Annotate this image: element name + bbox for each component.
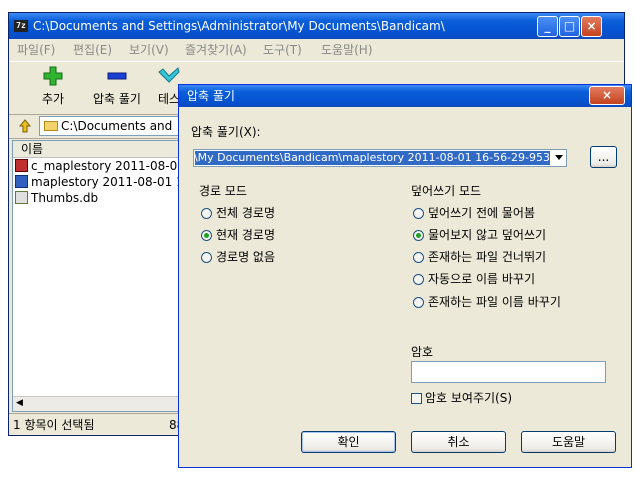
main-window-title: C:\Documents and Settings\Administrator\…	[33, 19, 445, 33]
extract-path-combo[interactable]: C:\Documents and Settings\Administrator\…	[193, 149, 567, 167]
help-button[interactable]: 도움말	[521, 431, 616, 453]
radio-label: 현재 경로명	[216, 228, 276, 242]
radio-label: 존재하는 파일 이름 바꾸기	[428, 295, 561, 309]
extract-button-label: 압축 풀기	[93, 92, 141, 106]
cancel-button[interactable]: 취소	[411, 431, 506, 453]
overwrite-autorename-radio[interactable]: 자동으로 이름 바꾸기	[413, 271, 535, 287]
minimize-button[interactable]: _	[537, 16, 558, 37]
overwrite-skip-radio[interactable]: 존재하는 파일 건너뛰기	[413, 249, 546, 265]
radio-dot	[413, 274, 424, 285]
list-item[interactable]: Thumbs.db	[15, 190, 98, 206]
radio-label: 물어보지 않고 덮어쓰기	[428, 228, 547, 242]
avi-file-icon	[15, 175, 28, 188]
add-button[interactable]: 추가	[29, 66, 77, 107]
menu-help[interactable]: 도움말(H)	[321, 40, 373, 60]
main-title-bar[interactable]: 7z C:\Documents and Settings\Administrat…	[9, 13, 624, 39]
horizontal-scrollbar[interactable]: ◀	[13, 396, 183, 411]
show-password-checkbox[interactable]: 암호 보여주기(S)	[411, 391, 512, 405]
path-mode-none-radio[interactable]: 경로명 없음	[201, 249, 275, 265]
radio-label: 덮어쓰기 전에 물어봄	[428, 206, 535, 220]
file-name: maplestory 2011-08-01 16	[31, 175, 184, 189]
path-mode-full-radio[interactable]: 전체 경로명	[201, 205, 275, 221]
extract-button[interactable]: 압축 풀기	[87, 66, 147, 107]
dialog-title: 압축 풀기	[187, 89, 235, 103]
folder-icon	[44, 121, 58, 131]
extract-path-label: 압축 풀기(X):	[191, 125, 261, 139]
menu-edit[interactable]: 편집(E)	[73, 40, 112, 60]
password-label: 암호	[411, 345, 434, 359]
list-item[interactable]: c_maplestory 2011-08-01	[15, 158, 184, 174]
file-name: Thumbs.db	[31, 191, 99, 205]
menu-bar: 파일(F) 편집(E) 보기(V) 즐겨찾기(A) 도구(T) 도움말(H)	[9, 40, 624, 60]
radio-dot	[413, 297, 424, 308]
radio-label: 자동으로 이름 바꾸기	[428, 272, 535, 286]
radio-dot-selected	[413, 230, 424, 241]
main-close-button[interactable]: ×	[581, 16, 602, 37]
radio-dot	[201, 208, 212, 219]
extract-dialog: 압축 풀기 × 압축 풀기(X): C:\Documents and Setti…	[178, 84, 632, 468]
ok-button[interactable]: 확인	[301, 431, 396, 453]
test-button-label: 테스	[157, 92, 181, 106]
radio-label: 경로명 없음	[216, 250, 276, 264]
plus-icon	[42, 66, 64, 86]
radio-dot	[413, 252, 424, 263]
radio-label: 존재하는 파일 건너뛰기	[428, 250, 547, 264]
minus-icon	[106, 66, 128, 86]
path-mode-label: 경로 모드	[199, 184, 247, 198]
radio-dot	[413, 208, 424, 219]
overwrite-ask-radio[interactable]: 덮어쓰기 전에 물어봄	[413, 205, 535, 221]
chevron-down-icon[interactable]	[555, 155, 563, 160]
menu-favorites[interactable]: 즐겨찾기(A)	[185, 40, 247, 60]
extract-path-value[interactable]: C:\Documents and Settings\Administrator\…	[195, 151, 550, 165]
overwrite-rename-existing-radio[interactable]: 존재하는 파일 이름 바꾸기	[413, 294, 561, 310]
browse-button[interactable]: ...	[590, 146, 617, 168]
status-selection: 1 항목이 선택됨	[13, 418, 95, 432]
up-folder-icon[interactable]	[17, 118, 33, 137]
menu-file[interactable]: 파일(F)	[17, 40, 55, 60]
db-file-icon	[15, 191, 28, 204]
address-text: C:\Documents and	[61, 119, 173, 133]
path-mode-current-radio[interactable]: 현재 경로명	[201, 227, 275, 243]
maximize-button[interactable]: □	[559, 16, 580, 37]
radio-dot	[201, 252, 212, 263]
radio-label: 전체 경로명	[216, 206, 276, 220]
file-list[interactable]: 이름 c_maplestory 2011-08-01 maplestory 20…	[12, 140, 184, 412]
overwrite-noask-radio[interactable]: 물어보지 않고 덮어쓰기	[413, 227, 546, 243]
scroll-left-icon[interactable]: ◀	[16, 398, 23, 408]
list-item[interactable]: maplestory 2011-08-01 16	[15, 174, 184, 190]
add-button-label: 추가	[41, 92, 65, 106]
swf-file-icon	[15, 159, 28, 172]
dialog-close-button[interactable]: ×	[589, 86, 625, 105]
overwrite-mode-label: 덮어쓰기 모드	[411, 184, 482, 198]
menu-view[interactable]: 보기(V)	[129, 40, 169, 60]
7zip-app-icon: 7z	[14, 20, 28, 32]
address-field[interactable]: C:\Documents and	[39, 116, 191, 136]
column-header-name[interactable]: 이름	[13, 141, 183, 158]
dialog-title-bar[interactable]: 압축 풀기 ×	[179, 85, 631, 107]
checkbox-box	[411, 393, 422, 404]
show-password-label: 암호 보여주기(S)	[425, 391, 513, 405]
file-name: c_maplestory 2011-08-01	[31, 159, 184, 173]
checkmark-icon	[158, 66, 180, 86]
menu-tools[interactable]: 도구(T)	[263, 40, 302, 60]
radio-dot-selected	[201, 230, 212, 241]
password-input[interactable]	[411, 361, 606, 383]
